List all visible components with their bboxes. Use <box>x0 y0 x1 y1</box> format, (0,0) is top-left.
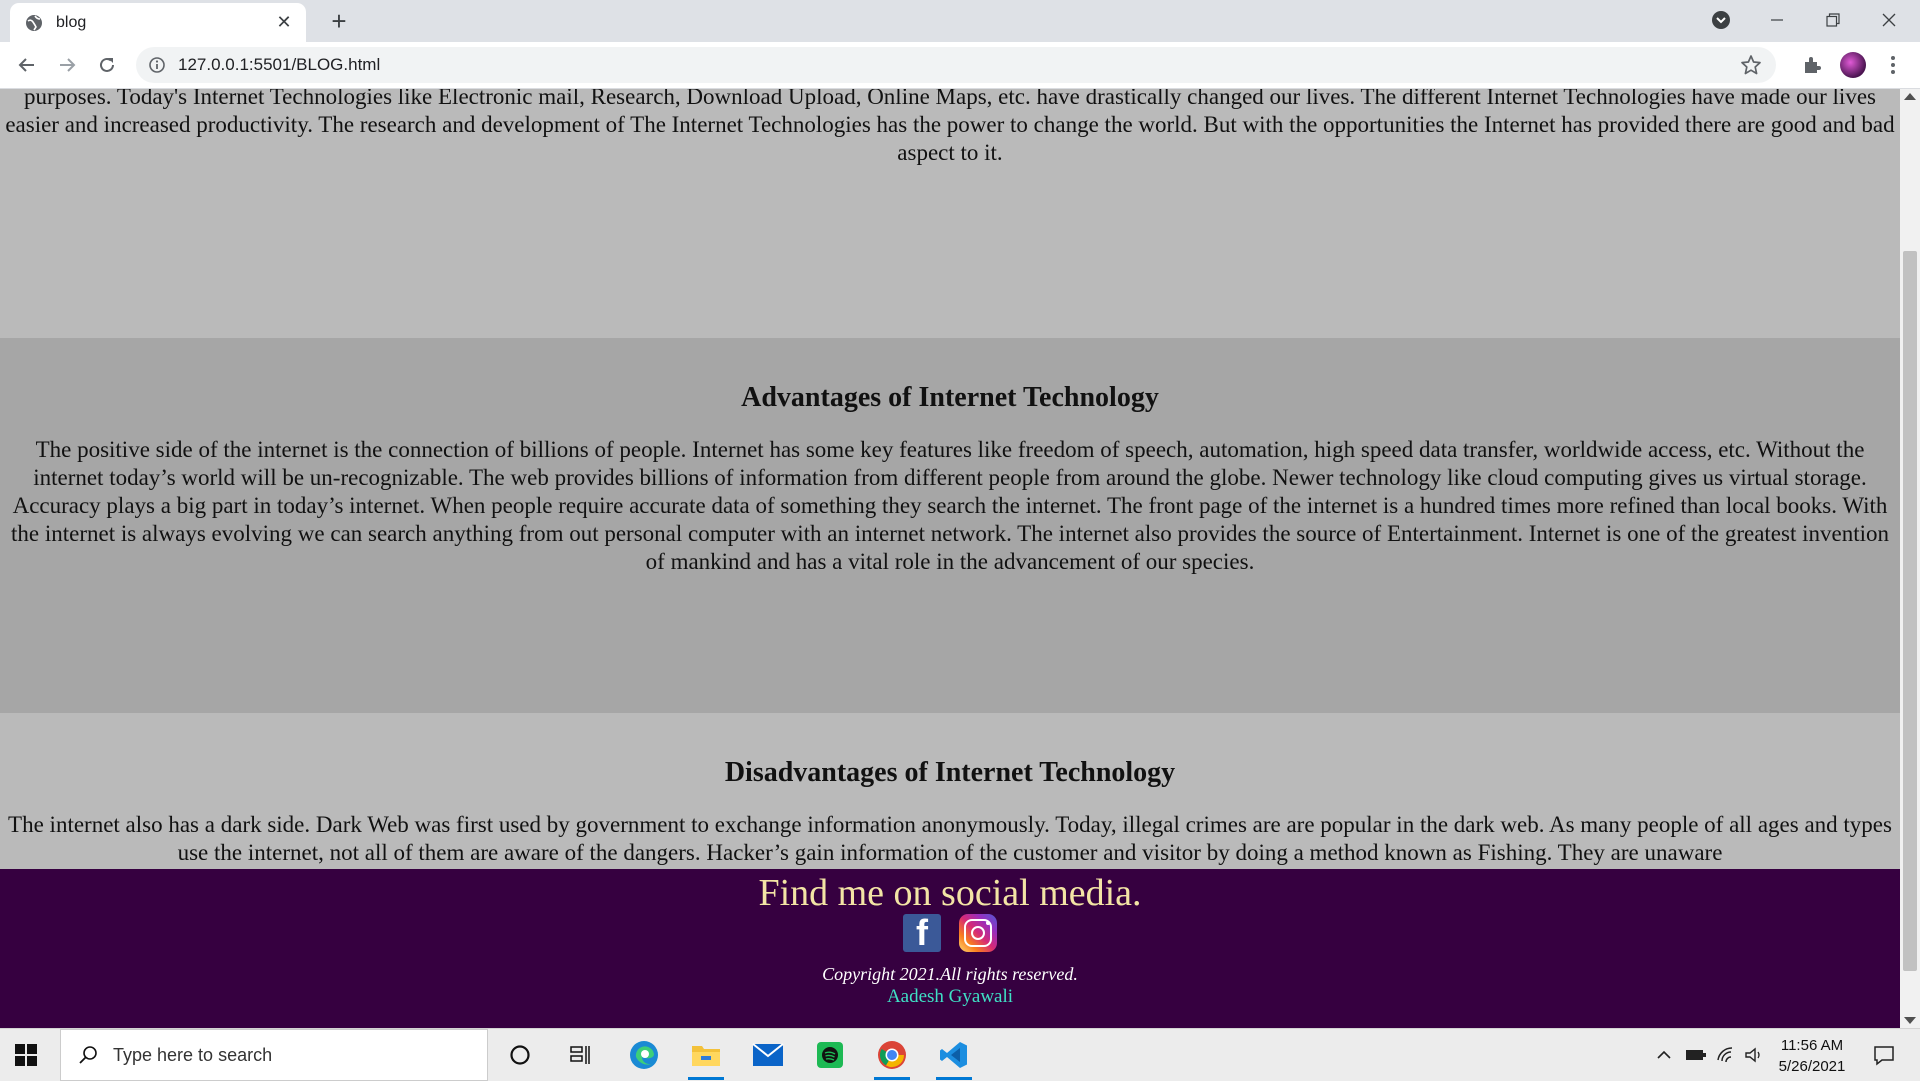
close-window-icon[interactable] <box>1866 4 1912 36</box>
notifications-icon[interactable] <box>1864 1029 1904 1081</box>
intro-paragraph: purposes. Today's Internet Technologies … <box>5 89 1895 165</box>
forward-icon[interactable] <box>52 50 82 80</box>
wifi-icon[interactable] <box>1712 1029 1740 1081</box>
cortana-icon[interactable] <box>500 1035 540 1075</box>
url-text: 127.0.0.1:5501/BLOG.html <box>178 55 381 74</box>
task-view-icon[interactable] <box>560 1035 600 1075</box>
author-link[interactable]: Aadesh Gyawali <box>0 986 1900 1008</box>
minimize-icon[interactable] <box>1754 4 1800 36</box>
advantages-section: Advantages of Internet Technology The po… <box>0 338 1900 713</box>
footer-heading: Find me on social media. <box>758 872 1142 914</box>
show-hidden-icons-chevron-icon[interactable] <box>1652 1029 1676 1081</box>
battery-icon[interactable] <box>1682 1029 1710 1081</box>
file-explorer-icon[interactable] <box>686 1035 726 1080</box>
taskbar: Type here to search 11:56 AM 5/26/2021 <box>0 1028 1920 1081</box>
vscode-icon[interactable] <box>934 1035 974 1080</box>
address-bar[interactable]: 127.0.0.1:5501/BLOG.html <box>136 47 1776 83</box>
back-icon[interactable] <box>12 50 42 80</box>
clock-time: 11:56 AM <box>1780 1037 1844 1054</box>
chrome-icon[interactable] <box>872 1035 912 1080</box>
spotify-icon[interactable] <box>810 1035 850 1075</box>
advantages-paragraph: The positive side of the internet is the… <box>11 437 1889 574</box>
profile-avatar[interactable] <box>1838 50 1868 80</box>
clock-date: 5/26/2021 <box>1778 1058 1846 1075</box>
browser-tabstrip: blog ✕ + <box>0 0 1920 42</box>
search-placeholder: Type here to search <box>113 1044 273 1065</box>
advantages-heading: Advantages of Internet Technology <box>741 382 1159 413</box>
scroll-up-arrow-icon[interactable] <box>1904 93 1916 100</box>
mail-icon[interactable] <box>748 1035 788 1075</box>
page-viewport: purposes. Today's Internet Technologies … <box>0 89 1900 1028</box>
tab-close-icon[interactable]: ✕ <box>272 11 296 35</box>
scroll-thumb[interactable] <box>1903 251 1917 971</box>
disadvantages-paragraph: The internet also has a dark side. Dark … <box>8 812 1892 865</box>
disadvantages-heading: Disadvantages of Internet Technology <box>724 757 1176 788</box>
restore-icon[interactable] <box>1810 4 1856 36</box>
browser-toolbar: 127.0.0.1:5501/BLOG.html <box>0 42 1920 89</box>
instagram-icon[interactable] <box>959 914 997 952</box>
vertical-scrollbar[interactable] <box>1900 89 1920 1028</box>
edge-icon[interactable] <box>624 1035 664 1075</box>
site-info-icon[interactable] <box>148 56 166 74</box>
taskbar-search-input[interactable]: Type here to search <box>60 1029 488 1081</box>
menu-kebab-icon[interactable] <box>1878 50 1908 80</box>
new-tab-button[interactable]: + <box>324 6 354 36</box>
windows-start-icon[interactable] <box>14 1043 38 1067</box>
tab-search-icon[interactable] <box>1698 4 1744 36</box>
social-icons: f <box>0 914 1900 952</box>
tab-title: blog <box>56 13 87 31</box>
scroll-down-arrow-icon[interactable] <box>1904 1017 1916 1024</box>
tab-blog[interactable]: blog ✕ <box>10 3 306 42</box>
extensions-icon[interactable] <box>1797 50 1827 80</box>
facebook-icon[interactable]: f <box>903 914 941 952</box>
footer: Find me on social media. f Copyright 202… <box>0 869 1900 1028</box>
reload-icon[interactable] <box>92 50 122 80</box>
search-icon <box>79 1046 97 1064</box>
globe-icon <box>26 14 42 31</box>
intro-section: purposes. Today's Internet Technologies … <box>0 89 1900 338</box>
copyright-text: Copyright 2021.All rights reserved. <box>822 964 1078 984</box>
bookmark-star-icon[interactable] <box>1740 54 1762 76</box>
system-clock[interactable]: 11:56 AM 5/26/2021 <box>1762 1035 1862 1077</box>
